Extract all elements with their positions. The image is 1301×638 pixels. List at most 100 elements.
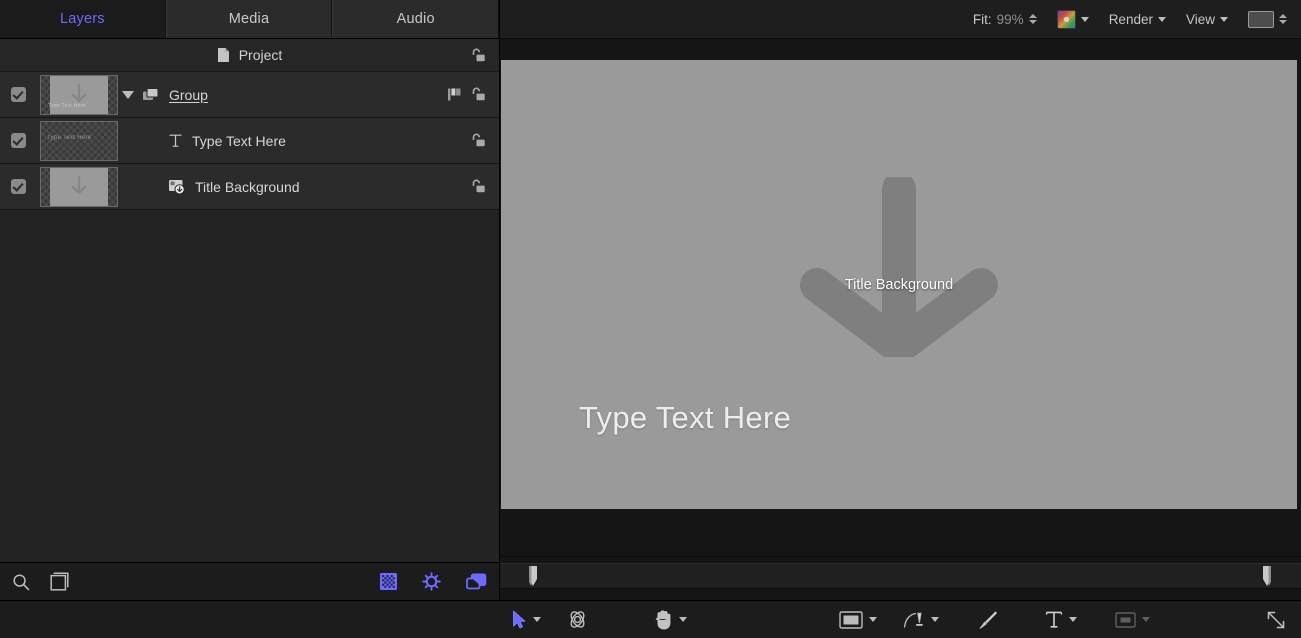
fit-zoom-control[interactable]: Fit: 99% [973,12,1037,27]
layer-label-text[interactable]: Type Text Here [192,133,286,149]
canvas-area[interactable]: Title Background Type Text Here [500,39,1301,556]
layer-trailing-icons-text [437,133,499,148]
motion-app-window: Layers Media Audio Project Type Text Her… [0,0,1301,638]
layer-thumbnail-text: Type Text Here [36,120,122,161]
checkbox-checked-icon [10,133,26,148]
layer-thumbnail-group: Type Text Here [36,74,122,115]
tab-media-label: Media [228,11,270,27]
panel-bottom-left-group [12,572,69,591]
download-arrow-placeholder-icon [70,175,88,199]
chevron-down-icon [1157,16,1166,22]
viewport-preset-icon [1248,10,1274,28]
in-point-marker-icon[interactable] [527,566,539,587]
hand-icon [654,609,673,630]
timeline-strip[interactable] [500,556,1301,600]
text-tool[interactable] [1045,610,1077,629]
unlocked-padlock-icon[interactable] [469,48,486,63]
project-canvas[interactable]: Title Background Type Text Here [501,60,1297,509]
duplicate-layers-icon[interactable] [466,573,487,590]
3d-transform-tool[interactable] [567,609,588,630]
rectangle-icon [839,610,863,629]
fit-label: Fit: [972,11,992,27]
text-T-icon [1045,610,1063,629]
select-arrow-tool[interactable] [512,610,541,629]
chevron-down-icon [1080,16,1089,22]
out-point-marker-icon[interactable] [1261,566,1273,587]
chevron-down-icon[interactable] [869,617,877,622]
thumbnail-image [40,166,118,207]
up-down-stepper-icon[interactable] [1279,14,1287,24]
layer-thumbnail-title-background [36,166,122,207]
main-body: Layers Media Audio Project Type Text Her… [0,0,1301,600]
timeline-track[interactable] [500,563,1301,589]
unlocked-padlock-icon[interactable] [469,133,486,148]
layer-visibility-checkbox-text[interactable] [0,133,36,148]
project-row[interactable]: Project [0,39,499,72]
mask-tool[interactable] [1115,611,1150,628]
tab-layers[interactable]: Layers [0,0,166,38]
resize-diagonal-arrows-icon[interactable] [1265,609,1287,631]
fit-value: 99% [996,11,1024,27]
bottom-toolbar [0,600,1301,638]
up-down-stepper-icon[interactable] [1028,14,1037,24]
tab-audio-label: Audio [396,11,435,27]
viewport-preset-control[interactable] [1248,10,1287,28]
view-menu[interactable]: View [1186,12,1228,27]
project-label: Project [238,47,283,63]
orbit-3d-icon [567,609,588,630]
color-wheel-swatch-icon [1056,9,1076,29]
checkerboard-icon[interactable] [380,573,397,590]
canvas-toolbar: Fit: 99% Render View [500,0,1301,39]
image-dropzone-icon [168,179,186,195]
layer-row-group[interactable]: Type Text Here Group [0,72,499,118]
paint-stroke-tool[interactable] [977,609,999,631]
disclosure-triangle-expanded-icon[interactable] [122,90,134,99]
layer-trailing-icons-group [437,87,499,102]
tab-media[interactable]: Media [165,0,333,38]
paintbrush-icon [977,609,999,631]
pen-bezier-icon [903,610,925,630]
project-trailing-icons [437,39,499,71]
thumbnail-image: Type Text Here [40,120,118,161]
checkbox-checked-icon [10,87,26,102]
canvas-text-layer[interactable]: Type Text Here [579,400,791,436]
unlocked-padlock-icon[interactable] [469,87,486,102]
chevron-down-icon[interactable] [679,617,687,622]
checkbox-checked-icon [10,179,26,194]
canvas-side: Fit: 99% Render View Title Background Ty… [500,0,1301,600]
chevron-down-icon[interactable] [931,617,939,622]
layer-name-cell-group: Group [122,87,437,103]
thumbnail-text: Type Text Here [48,102,86,109]
panel-layout-icon[interactable] [50,572,69,591]
layer-visibility-checkbox-group[interactable] [0,87,36,102]
layer-row-title-background[interactable]: Title Background [0,164,499,210]
shape-rectangle-tool[interactable] [839,610,877,629]
chevron-down-icon[interactable] [533,617,541,622]
layer-label-group[interactable]: Group [169,87,208,103]
timing-flag-icon[interactable] [447,87,462,102]
view-label: View [1185,11,1215,27]
panel-bottom-right-group [380,572,487,591]
chevron-down-icon[interactable] [1142,617,1150,622]
layer-list: Project Type Text Here Group Type Text H… [0,39,499,562]
layers-panel: Layers Media Audio Project Type Text Her… [0,0,500,600]
bezier-pen-tool[interactable] [903,610,939,630]
layer-row-text[interactable]: Type Text Here Type Text Here [0,118,499,164]
search-icon[interactable] [12,573,30,591]
project-name-cell: Project [217,47,283,63]
layer-visibility-checkbox-title-background[interactable] [0,179,36,194]
group-layers-icon [142,87,160,102]
render-label: Render [1108,11,1153,27]
layer-name-cell-title-background: Title Background [122,179,437,195]
color-swatch-control[interactable] [1056,9,1089,29]
render-menu[interactable]: Render [1109,12,1166,27]
chevron-down-icon[interactable] [1069,617,1077,622]
pan-tool[interactable] [654,609,687,630]
layer-label-title-background[interactable]: Title Background [195,179,300,195]
unlocked-padlock-icon[interactable] [469,179,486,194]
layer-name-cell-text: Type Text Here [122,133,437,149]
thumbnail-text: Type Text Here [47,134,92,141]
gear-sun-icon[interactable] [422,572,441,591]
chevron-down-icon [1220,16,1228,22]
tab-audio[interactable]: Audio [332,0,500,38]
